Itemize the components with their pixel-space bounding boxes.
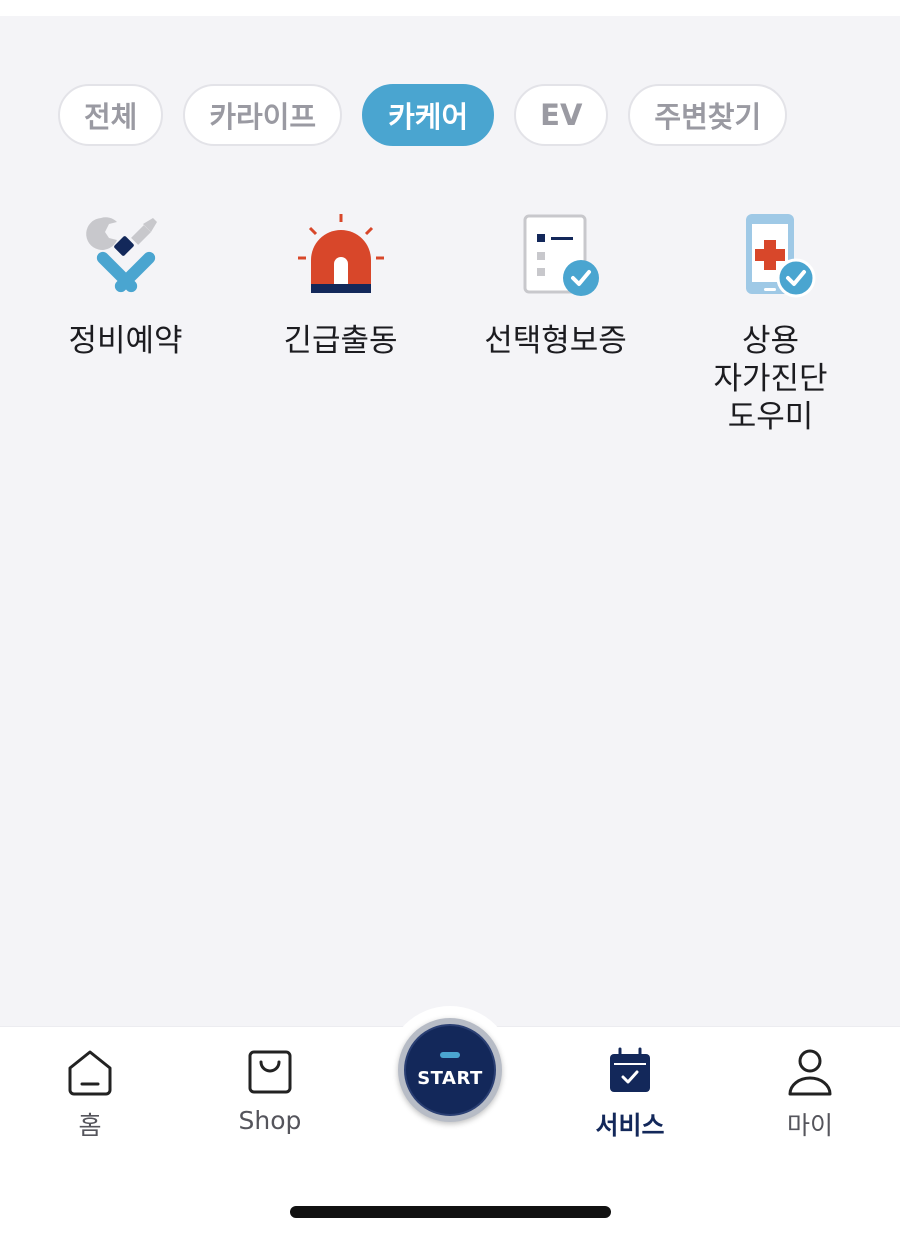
category-filter-chips: 전체 카라이프 카케어 EV 주변찾기	[58, 84, 788, 146]
person-icon	[788, 1049, 832, 1096]
filter-chip-all[interactable]: 전체	[58, 84, 164, 146]
service-label: 긴급출동	[283, 323, 398, 359]
service-label: 정비예약	[68, 323, 183, 359]
phone-medical-check-icon	[745, 214, 815, 298]
wrench-screwdriver-icon	[85, 217, 157, 293]
service-optional-warranty[interactable]: 선택형보증	[448, 210, 663, 436]
start-button[interactable]: START	[398, 1018, 502, 1122]
filter-chip-ev[interactable]: EV	[514, 84, 609, 146]
tab-my[interactable]: 마이	[750, 1046, 870, 1142]
shopping-bag-icon	[248, 1050, 292, 1094]
service-emergency-dispatch[interactable]: 긴급출동	[233, 210, 448, 436]
status-bar-area	[0, 0, 900, 16]
start-label: START	[417, 1067, 483, 1089]
home-indicator	[290, 1206, 611, 1218]
warranty-checklist-icon	[523, 214, 599, 296]
service-maintenance-booking[interactable]: 정비예약	[18, 210, 233, 436]
tab-service[interactable]: 서비스	[570, 1046, 690, 1142]
start-indicator	[440, 1051, 460, 1058]
filter-chip-carlife[interactable]: 카라이프	[183, 84, 343, 146]
filter-chip-carcare[interactable]: 카케어	[362, 84, 495, 146]
tab-label: Shop	[238, 1106, 302, 1135]
start-button-face: START	[404, 1024, 496, 1116]
service-commercial-self-diagnosis[interactable]: 상용 자가진단 도우미	[663, 210, 878, 436]
tab-home[interactable]: 홈	[30, 1046, 150, 1142]
emergency-siren-icon	[297, 214, 384, 293]
tab-label: 서비스	[595, 1111, 665, 1140]
service-grid: 정비예약 긴급출동 선택형보증 상용 자가진단 도우미	[18, 210, 878, 436]
home-icon	[68, 1050, 112, 1096]
filter-chip-nearby[interactable]: 주변찾기	[628, 84, 788, 146]
start-button-container: START	[386, 1006, 514, 1134]
tab-label: 마이	[786, 1111, 833, 1140]
service-label: 상용 자가진단 도우미	[713, 323, 828, 435]
tab-shop[interactable]: Shop	[210, 1046, 330, 1135]
tab-label: 홈	[78, 1111, 102, 1140]
service-label: 선택형보증	[484, 323, 627, 359]
calendar-check-icon	[610, 1047, 650, 1092]
